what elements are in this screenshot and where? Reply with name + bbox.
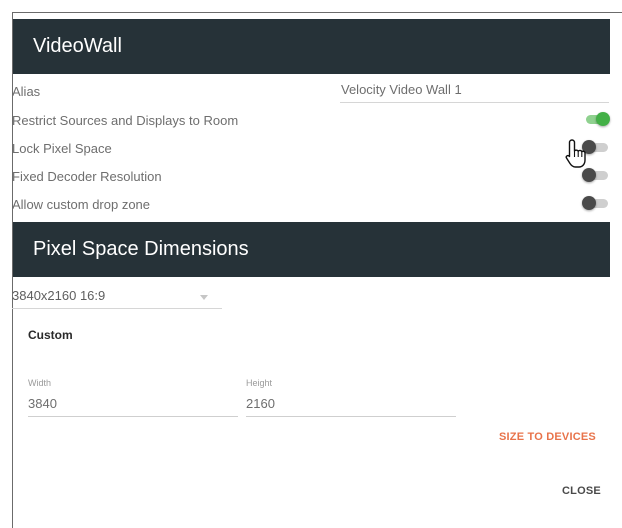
size-to-devices-button[interactable]: SIZE TO DEVICES — [499, 431, 596, 443]
height-input[interactable]: 2160 — [246, 396, 456, 417]
close-button[interactable]: CLOSE — [562, 485, 601, 497]
toggle-knob — [582, 168, 596, 182]
fixed-decoder-label: Fixed Decoder Resolution — [12, 169, 162, 184]
alias-input[interactable]: Velocity Video Wall 1 — [340, 82, 609, 103]
videowall-header: VideoWall — [13, 19, 610, 74]
alias-label: Alias — [12, 84, 41, 99]
fixed-decoder-toggle[interactable] — [582, 168, 610, 182]
resolution-select[interactable]: 3840x2160 16:9 — [12, 288, 222, 309]
width-label: Width — [28, 378, 52, 388]
toggle-knob — [582, 196, 596, 210]
height-value: 2160 — [246, 396, 275, 411]
custom-section-title: Custom — [28, 328, 73, 342]
custom-drop-zone-toggle[interactable] — [582, 196, 610, 210]
width-input[interactable]: 3840 — [28, 396, 238, 417]
resolution-select-value: 3840x2160 16:9 — [12, 288, 106, 303]
custom-drop-zone-label: Allow custom drop zone — [12, 197, 151, 212]
restrict-sources-toggle[interactable] — [582, 112, 610, 126]
caret-down-icon — [200, 295, 208, 300]
videowall-title: VideoWall — [33, 35, 122, 57]
width-value: 3840 — [28, 396, 57, 411]
hand-pointer-icon — [565, 139, 586, 168]
pixel-space-title: Pixel Space Dimensions — [33, 238, 249, 260]
toggle-knob — [596, 112, 610, 126]
height-label: Height — [246, 378, 273, 388]
pixel-space-header: Pixel Space Dimensions — [13, 222, 610, 277]
restrict-sources-label: Restrict Sources and Displays to Room — [12, 113, 239, 128]
lock-pixel-space-label: Lock Pixel Space — [12, 141, 112, 156]
